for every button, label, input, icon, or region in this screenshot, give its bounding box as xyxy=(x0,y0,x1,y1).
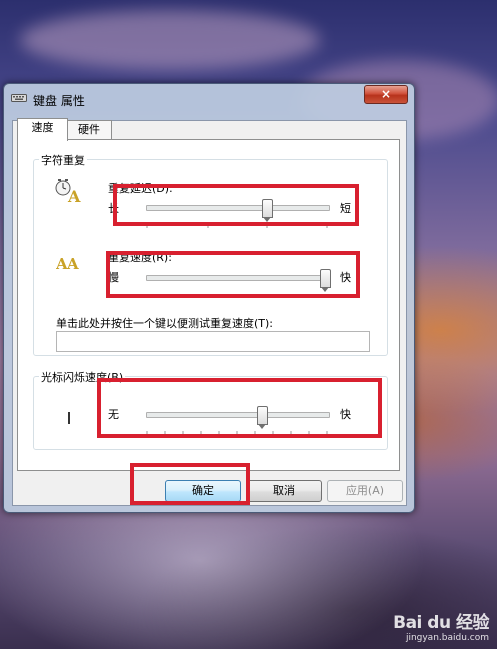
repeat-test-prompt: 单击此处并按住一个键以便测试重复速度(T): xyxy=(56,317,274,330)
baidu-jingyan-watermark: Bai du 经验 jingyan.baidu.com xyxy=(393,608,489,643)
watermark-url: jingyan.baidu.com xyxy=(405,633,489,643)
title-bar[interactable]: 键盘 属性 × xyxy=(4,84,414,112)
keyboard-properties-dialog: 键盘 属性 × 速度 硬件 字符重复 A 重复延迟(D): 长 短 A A 重复… xyxy=(3,83,415,513)
svg-text:A: A xyxy=(66,255,79,272)
annotation-box-repeat-rate xyxy=(106,251,360,298)
repeat-delay-icon: A xyxy=(55,179,81,204)
annotation-box-repeat-delay xyxy=(113,184,359,226)
apply-button[interactable]: 应用(A) xyxy=(327,480,403,502)
repeat-rate-icon: A A xyxy=(56,255,79,272)
cloud-shape xyxy=(20,10,320,70)
cursor-icon xyxy=(68,412,70,424)
annotation-box-cursor-blink xyxy=(97,378,382,438)
cancel-button[interactable]: 取消 xyxy=(246,480,322,502)
tab-speed[interactable]: 速度 xyxy=(17,118,68,141)
annotation-box-ok xyxy=(130,463,250,505)
repeat-test-input[interactable] xyxy=(56,331,370,352)
watermark-logo: Bai du 经验 xyxy=(393,613,489,633)
tab-hardware[interactable]: 硬件 xyxy=(66,120,112,140)
keyboard-icon xyxy=(11,94,27,102)
dialog-title: 键盘 属性 xyxy=(33,94,85,108)
close-button[interactable]: × xyxy=(364,85,408,104)
svg-text:A: A xyxy=(67,187,81,204)
character-repeat-label: 字符重复 xyxy=(39,152,87,168)
